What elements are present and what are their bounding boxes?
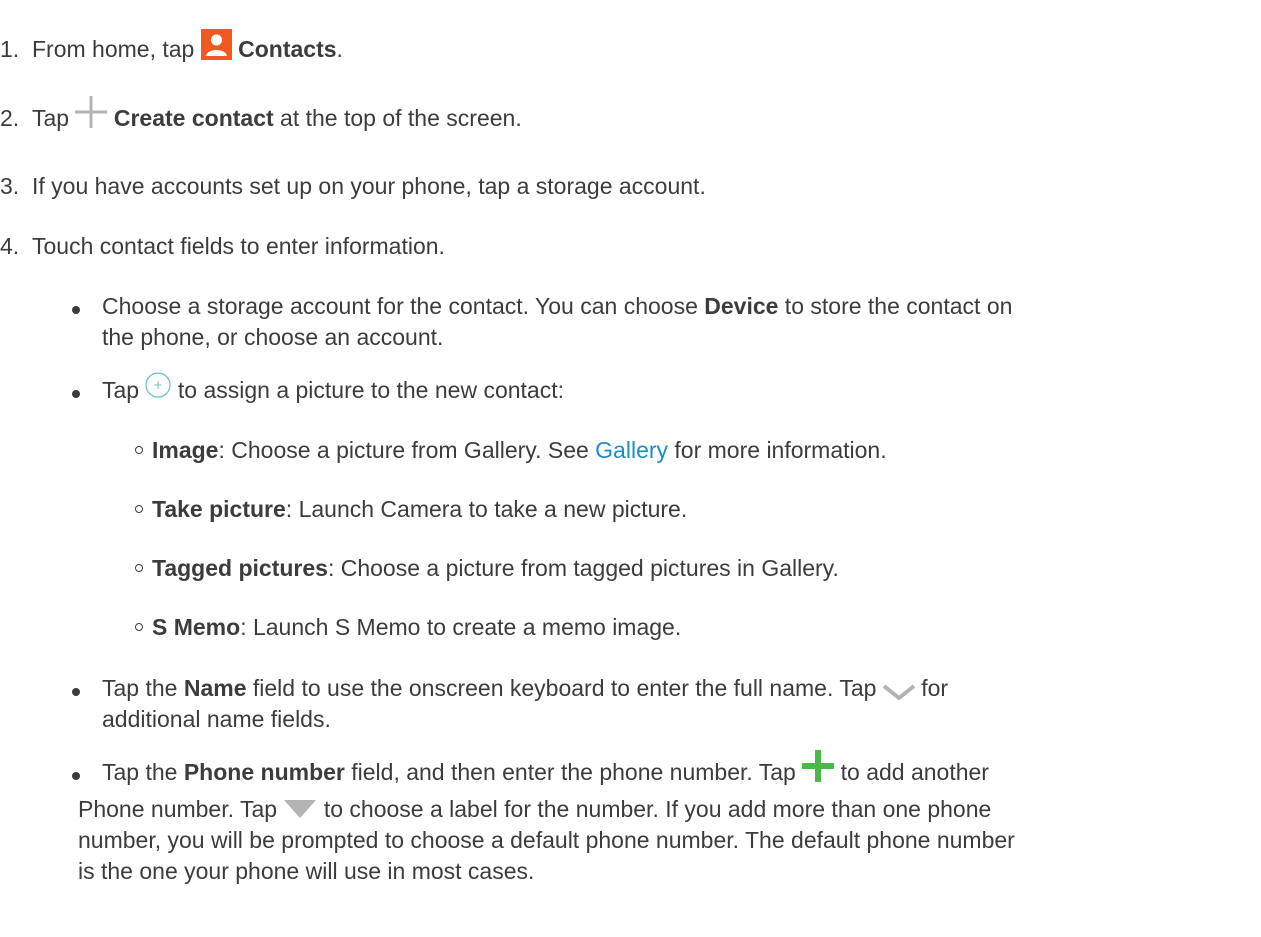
s-memo-label: S Memo [152,614,241,640]
instructions-page: 1. From home, tap Contacts. 2. Tap Creat… [0,0,1261,937]
add-picture-glyph: + [153,378,163,392]
name-text-mid: field to use the onscreen keyboard to en… [246,675,883,701]
sub-bullet [135,623,143,631]
gallery-link[interactable]: Gallery [595,437,668,463]
storage-text-end: to store the contact on [778,293,1013,319]
image-label: Image [152,437,219,463]
step-number: 4. [0,233,20,259]
step-number: 3. [0,173,20,199]
sub-item-take-picture: Take picture: Launch Camera to take a ne… [152,495,687,523]
step-text: From home, tap [32,36,201,62]
plus-icon [75,96,108,128]
name-label: Name [183,675,247,701]
phone-text-mid: field, and then enter the phone number. … [344,759,803,786]
add-picture-icon: + [145,372,172,398]
name-bullet-line-1: Tap the Name field to use the onscreen k… [102,674,948,702]
step-text-end: . [336,36,343,62]
image-text-end: for more information. [668,437,887,463]
phone-line2-text: Phone number. Tap [78,796,284,822]
step-text: If you have accounts set up on your phon… [32,173,706,199]
sub-item-tagged-pictures: Tagged pictures: Choose a picture from t… [152,554,839,582]
create-contact-label: Create contact [113,105,274,132]
sub-bullet [135,446,143,454]
picture-text: Tap [102,377,146,403]
step-text: Tap [32,105,76,132]
sub-item-s-memo: S Memo: Launch S Memo to create a memo i… [152,613,681,641]
sub-item-image: Image: Choose a picture from Gallery. Se… [152,436,887,464]
phone-bullet-line-2: Phone number. Tap to choose a label for … [78,795,991,823]
sub-bullet [135,564,143,572]
sub-bullet [135,505,143,513]
bullet [72,688,80,696]
step-number: 2. [0,105,20,131]
green-plus-icon [802,750,835,782]
phone-bullet-line-3: number, you will be prompted to choose a… [78,827,1015,853]
step-text-end: at the top of the screen. [273,105,522,132]
contacts-app-icon [200,29,232,61]
storage-text: Choose a storage account for the contact… [102,293,705,319]
phone-bullet-line-1: Tap the Phone number field, and then ent… [102,750,989,790]
s-memo-text: : Launch S Memo to create a memo image. [240,614,682,640]
step-number: 1. [0,36,20,62]
phone-text: Tap the [102,759,184,786]
name-bullet-line-2: additional name fields. [102,706,331,732]
bullet [72,306,80,314]
tagged-pictures-text: : Choose a picture from tagged pictures … [327,555,839,581]
bullet [72,772,80,780]
device-label: Device [704,293,779,319]
picture-text-end: to assign a picture to the new contact: [171,377,564,403]
bullet [72,390,80,398]
phone-line2-text-end: to choose a label for the number. If you… [317,796,992,822]
phone-number-label: Phone number [183,759,345,786]
contacts-label: Contacts [238,36,337,62]
storage-bullet-line-1: Choose a storage account for the contact… [102,292,1012,320]
image-text: : Choose a picture from Gallery. See [218,437,596,463]
picture-bullet: Tap + to assign a picture to the new con… [102,372,564,405]
triangle-down-icon [283,797,317,818]
take-picture-text: : Launch Camera to take a new picture. [285,496,688,522]
chevron-down-icon [882,678,916,701]
phone-bullet-line-4: is the one your phone will use in most c… [78,858,535,884]
phone-text-end: to add another [834,759,989,786]
take-picture-label: Take picture [152,496,286,522]
name-text: Tap the [102,675,184,701]
name-text-end: for [914,675,949,701]
storage-bullet-line-2: the phone, or choose an account. [102,324,444,350]
tagged-pictures-label: Tagged pictures [152,555,328,581]
step-text: Touch contact fields to enter informatio… [32,233,445,259]
